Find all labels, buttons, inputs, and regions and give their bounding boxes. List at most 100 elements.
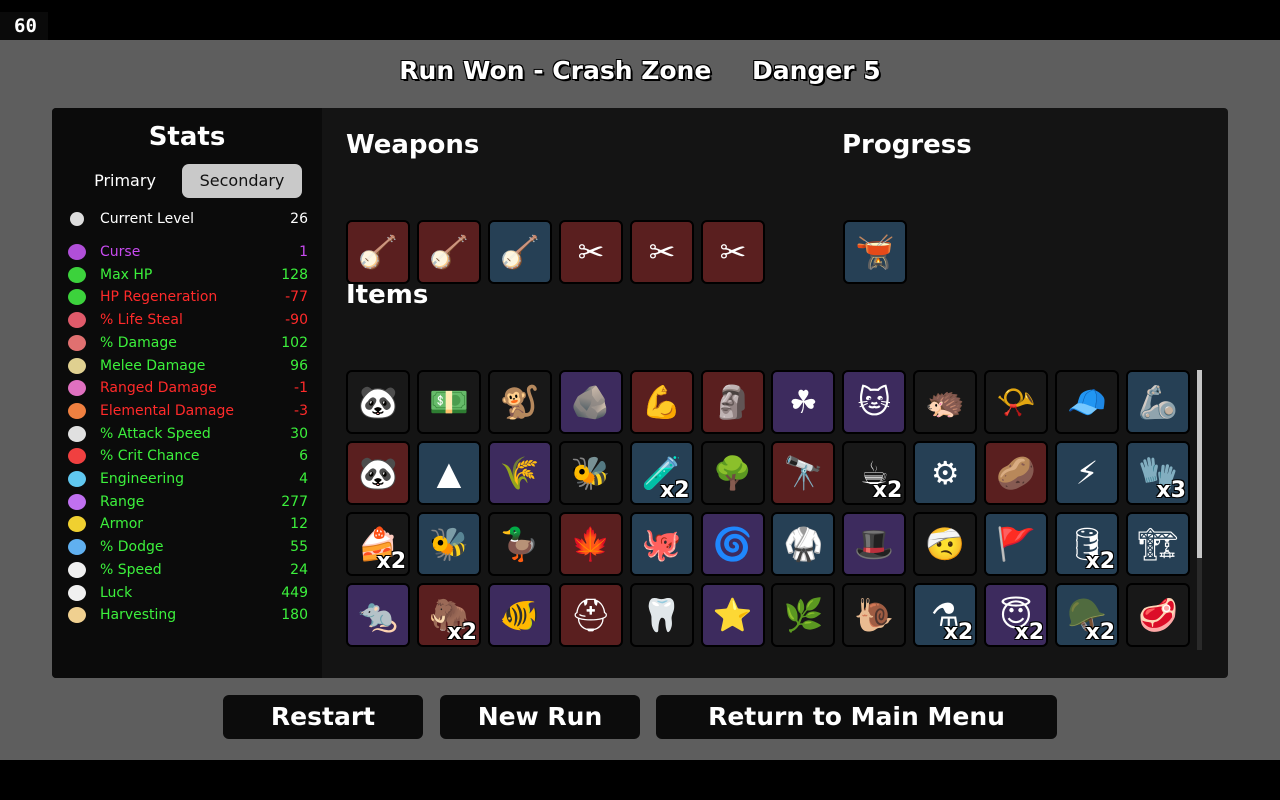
lute-icon: 🪕 [500,233,540,271]
duck-icon: 🦆 [499,524,540,563]
tree-icon: 🌳 [712,453,753,492]
item-slot[interactable]: 🌿 [771,582,836,647]
item-slot[interactable]: 🌾 [487,440,552,505]
item-slot[interactable]: 🛢 x2 [1055,511,1119,576]
propeller-hat-icon: 🧢 [1067,383,1107,421]
new-run-button[interactable]: New Run [440,695,640,739]
item-slot[interactable]: 🌳 [700,440,765,505]
item-slot[interactable]: 🎩 [842,511,907,576]
item-slot[interactable]: ▲ [416,440,481,505]
item-slot[interactable]: 🦆 [487,511,552,576]
clover-icon: ☘ [789,383,818,421]
item-slot[interactable]: ⚙ [913,440,978,505]
snail-icon: 🐌 [854,595,895,634]
stat-row: Elemental Damage -3 [68,400,308,422]
item-slot[interactable]: 💵 [416,370,481,434]
weapon-slot[interactable]: 🪕 [346,220,410,284]
dark-helmet-icon: ⛑ [570,595,611,634]
stat-value: -77 [285,289,308,306]
item-slot[interactable]: 🐝 [558,440,623,505]
stat-row: Ranged Damage -1 [68,377,308,399]
weapon-slot[interactable]: 🪕 [488,220,552,284]
item-slot[interactable]: 🐀 [346,582,410,647]
item-slot[interactable]: 🐙 [629,511,694,576]
stat-label: Engineering [100,471,184,487]
item-slot[interactable]: 😇 x2 [984,582,1049,647]
run-summary-screen: Run Won - Crash Zone Danger 5 Stats Prim… [0,40,1280,760]
stat-row: Engineering 4 [68,468,308,490]
item-slot[interactable]: 🐠 [487,582,552,647]
weapon-slot[interactable]: ✂ [630,220,694,284]
item-slot[interactable]: ⚗ x2 [913,582,978,647]
scrollbar-thumb[interactable] [1197,370,1202,558]
item-slot[interactable]: 🐒 [487,370,552,434]
item-slot[interactable]: 🤕 [913,511,978,576]
item-slot[interactable]: 🧢 [1055,370,1119,434]
weapon-slot[interactable]: ✂ [559,220,623,284]
run-header: Run Won - Crash Zone Danger 5 [0,56,1280,85]
item-slot[interactable]: 🐱 [842,370,907,434]
item-slot[interactable]: ⚡ [1055,440,1119,505]
stat-row: % Dodge 55 [68,536,308,558]
item-slot[interactable]: 🪖 x2 [1055,582,1119,647]
item-slot[interactable]: ⛑ [558,582,623,647]
weapon-slot[interactable]: ✂ [701,220,765,284]
dodge-wind-icon [68,539,86,556]
item-slot[interactable]: 🏗 [1125,511,1190,576]
item-slot[interactable]: 🪨 [558,370,623,434]
danger-level: Danger 5 [752,56,881,85]
item-slot[interactable]: 🥋 [771,511,836,576]
item-slot[interactable]: 🍁 [558,511,623,576]
stat-label: Max HP [100,266,153,283]
progress-slot[interactable]: 🫕 [843,220,907,284]
flame-icon [68,402,86,419]
item-slot[interactable]: 💪 [629,370,694,434]
item-slot[interactable]: 🚩 [984,511,1049,576]
restart-button[interactable]: Restart [223,695,423,739]
item-slot[interactable]: 🐼 [346,440,410,505]
item-slot[interactable]: 🐝 [416,511,481,576]
item-slot[interactable]: ☘ [771,370,836,434]
weapon-slot[interactable]: 🪕 [417,220,481,284]
tab-secondary[interactable]: Secondary [182,164,302,198]
item-slot[interactable]: 🔭 [771,440,836,505]
stat-value: 277 [281,493,308,510]
wasp-icon: 🐝 [428,524,469,563]
item-slot[interactable]: 🧪 x2 [629,440,694,505]
item-slot[interactable]: 🌀 [700,511,765,576]
item-slot[interactable]: 🦣 x2 [416,582,481,647]
range-waves-icon [68,493,86,510]
item-slot[interactable]: ⭐ [700,582,765,647]
stat-value: 30 [290,425,308,442]
item-slot[interactable]: 🦔 [913,370,978,434]
item-slot[interactable]: 🗿 [700,370,765,434]
item-slot[interactable]: 🥩 [1125,582,1190,647]
sword-icon [68,357,86,374]
heart-plus-icon [68,289,86,306]
seed-bag-icon: 🌿 [783,595,824,634]
stat-row: Curse 1 [68,241,308,263]
stat-label: Elemental Damage [100,402,234,419]
items-scrollbar[interactable] [1197,370,1202,650]
stat-value: 1 [299,244,308,260]
item-slot[interactable]: 🦷 [629,582,694,647]
panda-icon: 🐼 [358,453,398,492]
stone-icon: 🪨 [570,383,611,421]
bowler-hat-icon: 🎩 [854,524,895,563]
item-slot[interactable]: 🦾 [1125,370,1190,434]
item-slot[interactable]: 📯 [984,370,1049,434]
stat-value: 24 [290,561,308,578]
item-slot[interactable]: 🥔 [984,440,1049,505]
item-slot[interactable]: 🍰 x2 [346,511,410,576]
tab-primary[interactable]: Primary [78,164,172,198]
item-slot[interactable]: 🐼 [346,370,410,434]
pruner-icon: ✂ [648,233,676,271]
item-slot[interactable]: ☕ x2 [842,440,907,505]
robot-arm-icon: 🦾 [1137,383,1178,421]
item-slot[interactable]: 🐌 [842,582,907,647]
stat-value: -90 [285,312,308,329]
panda-mask-icon: 🐼 [358,383,398,421]
item-slot[interactable]: 🧤 x3 [1125,440,1190,505]
stats-panel: Stats Primary Secondary Current Level 26… [52,108,322,678]
main-menu-button[interactable]: Return to Main Menu [656,695,1057,739]
